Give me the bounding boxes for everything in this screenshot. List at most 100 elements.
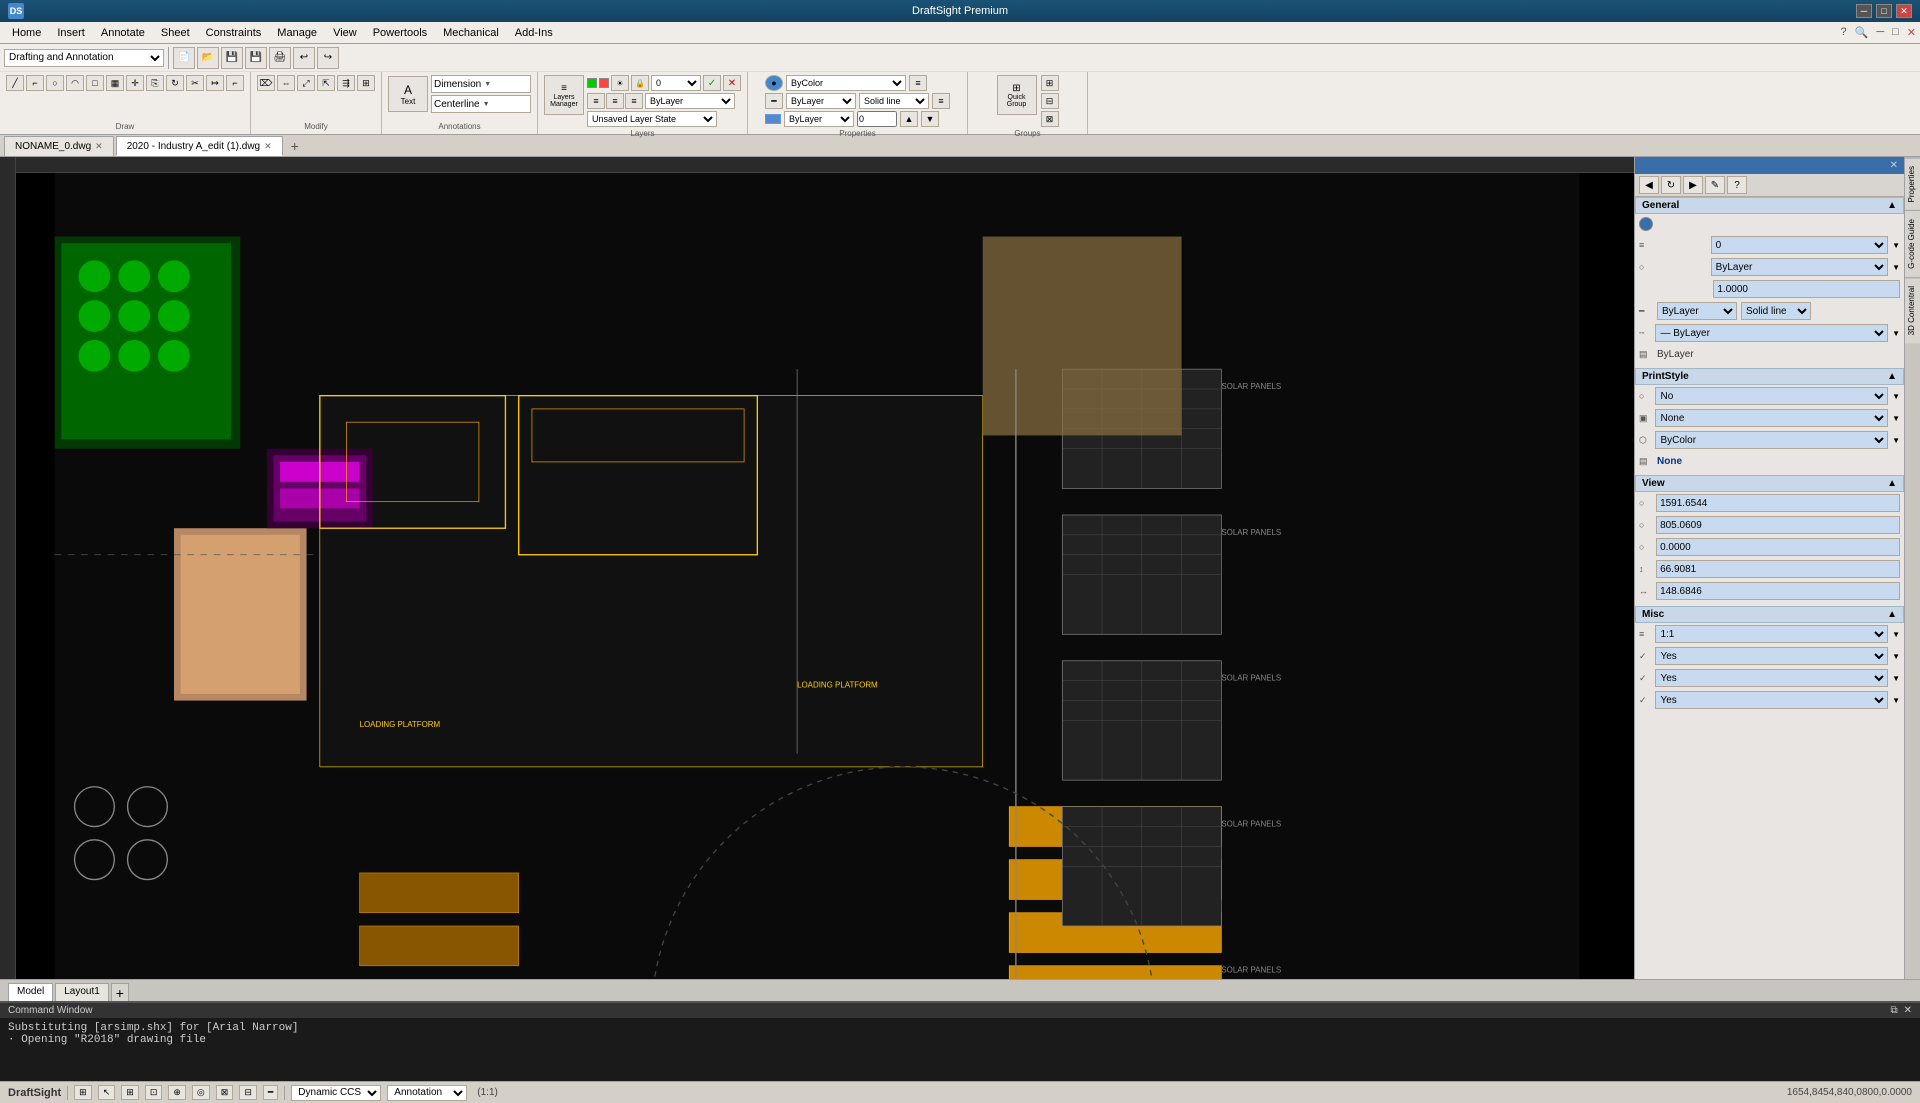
text-big-btn[interactable]: A Text: [388, 76, 428, 112]
linestyle-select[interactable]: Solid line: [1741, 302, 1811, 320]
grid-btn[interactable]: ⊞: [121, 1085, 139, 1100]
prop-extra1[interactable]: ≡: [909, 75, 927, 91]
help-icon[interactable]: ?: [1841, 26, 1847, 39]
linetype-select[interactable]: Solid line: [859, 93, 929, 109]
print2-select[interactable]: None: [1655, 409, 1888, 427]
extend-btn[interactable]: ↦: [206, 75, 224, 91]
tab-noname-close[interactable]: ✕: [95, 141, 103, 152]
layer-state-select[interactable]: Unsaved Layer State: [587, 111, 717, 127]
move-btn[interactable]: ✛: [126, 75, 144, 91]
layer-x-icon[interactable]: ✕: [723, 75, 741, 91]
close-button[interactable]: ✕: [1896, 4, 1912, 18]
linetype2-select[interactable]: — ByLayer: [1655, 324, 1888, 342]
tab-add[interactable]: +: [285, 136, 305, 156]
view5-input[interactable]: [1656, 582, 1900, 600]
panel-select-btn[interactable]: ▶: [1683, 176, 1703, 194]
print-btn[interactable]: 🖨: [269, 47, 291, 69]
layer-sun-icon[interactable]: ☀: [611, 75, 629, 91]
dynamic-ccs-select[interactable]: Dynamic CCS: [291, 1085, 381, 1101]
undo-btn[interactable]: ↩: [293, 47, 315, 69]
command-content[interactable]: Substituting [arsimp.shx] for [Arial Nar…: [0, 1018, 1920, 1081]
misc4-select[interactable]: Yes: [1655, 691, 1888, 709]
print3-select[interactable]: ByColor: [1655, 431, 1888, 449]
polar-btn[interactable]: ◎: [192, 1085, 210, 1100]
hatch-btn[interactable]: ▦: [106, 75, 124, 91]
printstyle-section-header[interactable]: PrintStyle ▲: [1635, 368, 1904, 385]
side-tab-properties[interactable]: Properties: [1905, 157, 1920, 210]
bylayer-select[interactable]: ByLayer: [645, 93, 735, 109]
lineweight-input[interactable]: [857, 111, 897, 127]
layer-value-select[interactable]: 0: [1711, 236, 1888, 254]
select-mode-btn[interactable]: ↖: [98, 1085, 116, 1100]
new-btn[interactable]: 📄: [173, 47, 195, 69]
canvas[interactable]: LOADING PLATFORM LOADING PLATFORM SOLAR …: [0, 157, 1634, 979]
wincls-icon[interactable]: ✕: [1907, 26, 1916, 39]
tab-industry[interactable]: 2020 - Industry A_edit (1).dwg ✕: [116, 136, 283, 156]
winmax-icon[interactable]: □: [1892, 26, 1899, 39]
array-btn[interactable]: ⊞: [357, 75, 375, 91]
fillet-btn[interactable]: ⌐: [226, 75, 244, 91]
menu-item-powertools[interactable]: Powertools: [365, 25, 435, 41]
track-btn[interactable]: ⊟: [239, 1085, 257, 1100]
menu-item-addins[interactable]: Add-Ins: [507, 25, 561, 41]
groups-tool1[interactable]: ⊞: [1041, 75, 1059, 91]
layer-dropdown-btn[interactable]: ▼: [1892, 241, 1900, 250]
view2-input[interactable]: [1656, 516, 1900, 534]
view3-input[interactable]: [1656, 538, 1900, 556]
layout-model-tab[interactable]: Model: [8, 983, 53, 1001]
rect-btn[interactable]: □: [86, 75, 104, 91]
menu-item-sheet[interactable]: Sheet: [153, 25, 198, 41]
annotation-select[interactable]: Annotation: [387, 1085, 467, 1101]
esnap-btn[interactable]: ⊠: [216, 1085, 234, 1100]
quick-group-btn[interactable]: ⊞ Quick Group: [997, 75, 1037, 115]
view1-input[interactable]: [1656, 494, 1900, 512]
tab-industry-close[interactable]: ✕: [264, 141, 272, 152]
tab-noname[interactable]: NONAME_0.dwg ✕: [4, 136, 114, 156]
layer-tool1[interactable]: ≡: [587, 93, 605, 109]
saveas-btn[interactable]: 💾: [245, 47, 267, 69]
general-section-header[interactable]: General ▲: [1635, 197, 1904, 214]
misc1-select[interactable]: 1:1: [1655, 625, 1888, 643]
bylayer-select2[interactable]: ByLayer: [786, 93, 856, 109]
layer-tool2[interactable]: ≡: [606, 93, 624, 109]
menu-item-insert[interactable]: Insert: [49, 25, 93, 41]
misc-section-header[interactable]: Misc ▲: [1635, 606, 1904, 623]
cmd-float-btn[interactable]: ⧉: [1890, 1005, 1897, 1016]
panel-refresh-btn[interactable]: ↻: [1661, 176, 1681, 194]
side-tab-3d[interactable]: 3D Contentral: [1905, 277, 1920, 343]
groups-tool2[interactable]: ⊟: [1041, 93, 1059, 109]
layer-number-select[interactable]: 0: [651, 75, 701, 91]
layout-add-btn[interactable]: +: [111, 983, 129, 1001]
open-btn[interactable]: 📂: [197, 47, 219, 69]
copy-btn[interactable]: ⎘: [146, 75, 164, 91]
model-icon-btn[interactable]: ⊞: [74, 1085, 92, 1100]
layers-manager-btn[interactable]: ≡ Layers Manager: [544, 75, 584, 115]
linetype-value-select[interactable]: ByLayer: [1711, 258, 1888, 276]
trim-btn[interactable]: ✂: [186, 75, 204, 91]
panel-close-btn[interactable]: ✕: [1890, 160, 1898, 171]
menu-item-view[interactable]: View: [325, 25, 365, 41]
ortho-btn[interactable]: ⊕: [168, 1085, 186, 1100]
lineweight-up[interactable]: ▲: [900, 111, 918, 127]
layer-lock-icon[interactable]: 🔒: [631, 75, 649, 91]
save-btn[interactable]: 💾: [221, 47, 243, 69]
view4-input[interactable]: [1656, 560, 1900, 578]
menu-item-mechanical[interactable]: Mechanical: [435, 25, 507, 41]
layer-checkmark-icon[interactable]: ✓: [703, 75, 721, 91]
groups-tool3[interactable]: ⊠: [1041, 111, 1059, 127]
redo-btn[interactable]: ↪: [317, 47, 339, 69]
polyline-btn[interactable]: ⌐: [26, 75, 44, 91]
scale-value-input[interactable]: [1713, 280, 1900, 298]
menu-item-manage[interactable]: Manage: [269, 25, 325, 41]
mirror-btn[interactable]: ⇔: [277, 75, 295, 91]
offset-btn[interactable]: ⇶: [337, 75, 355, 91]
winmin-icon[interactable]: ─: [1876, 26, 1884, 39]
circle-btn[interactable]: ○: [46, 75, 64, 91]
misc3-select[interactable]: Yes: [1655, 669, 1888, 687]
search-icon[interactable]: 🔍: [1855, 26, 1869, 39]
menu-item-constraints[interactable]: Constraints: [198, 25, 270, 41]
centerline-btn[interactable]: Centerline▼: [431, 95, 531, 113]
panel-edit-btn[interactable]: ✎: [1705, 176, 1725, 194]
minimize-button[interactable]: ─: [1856, 4, 1872, 18]
layer-tool3[interactable]: ≡: [625, 93, 643, 109]
